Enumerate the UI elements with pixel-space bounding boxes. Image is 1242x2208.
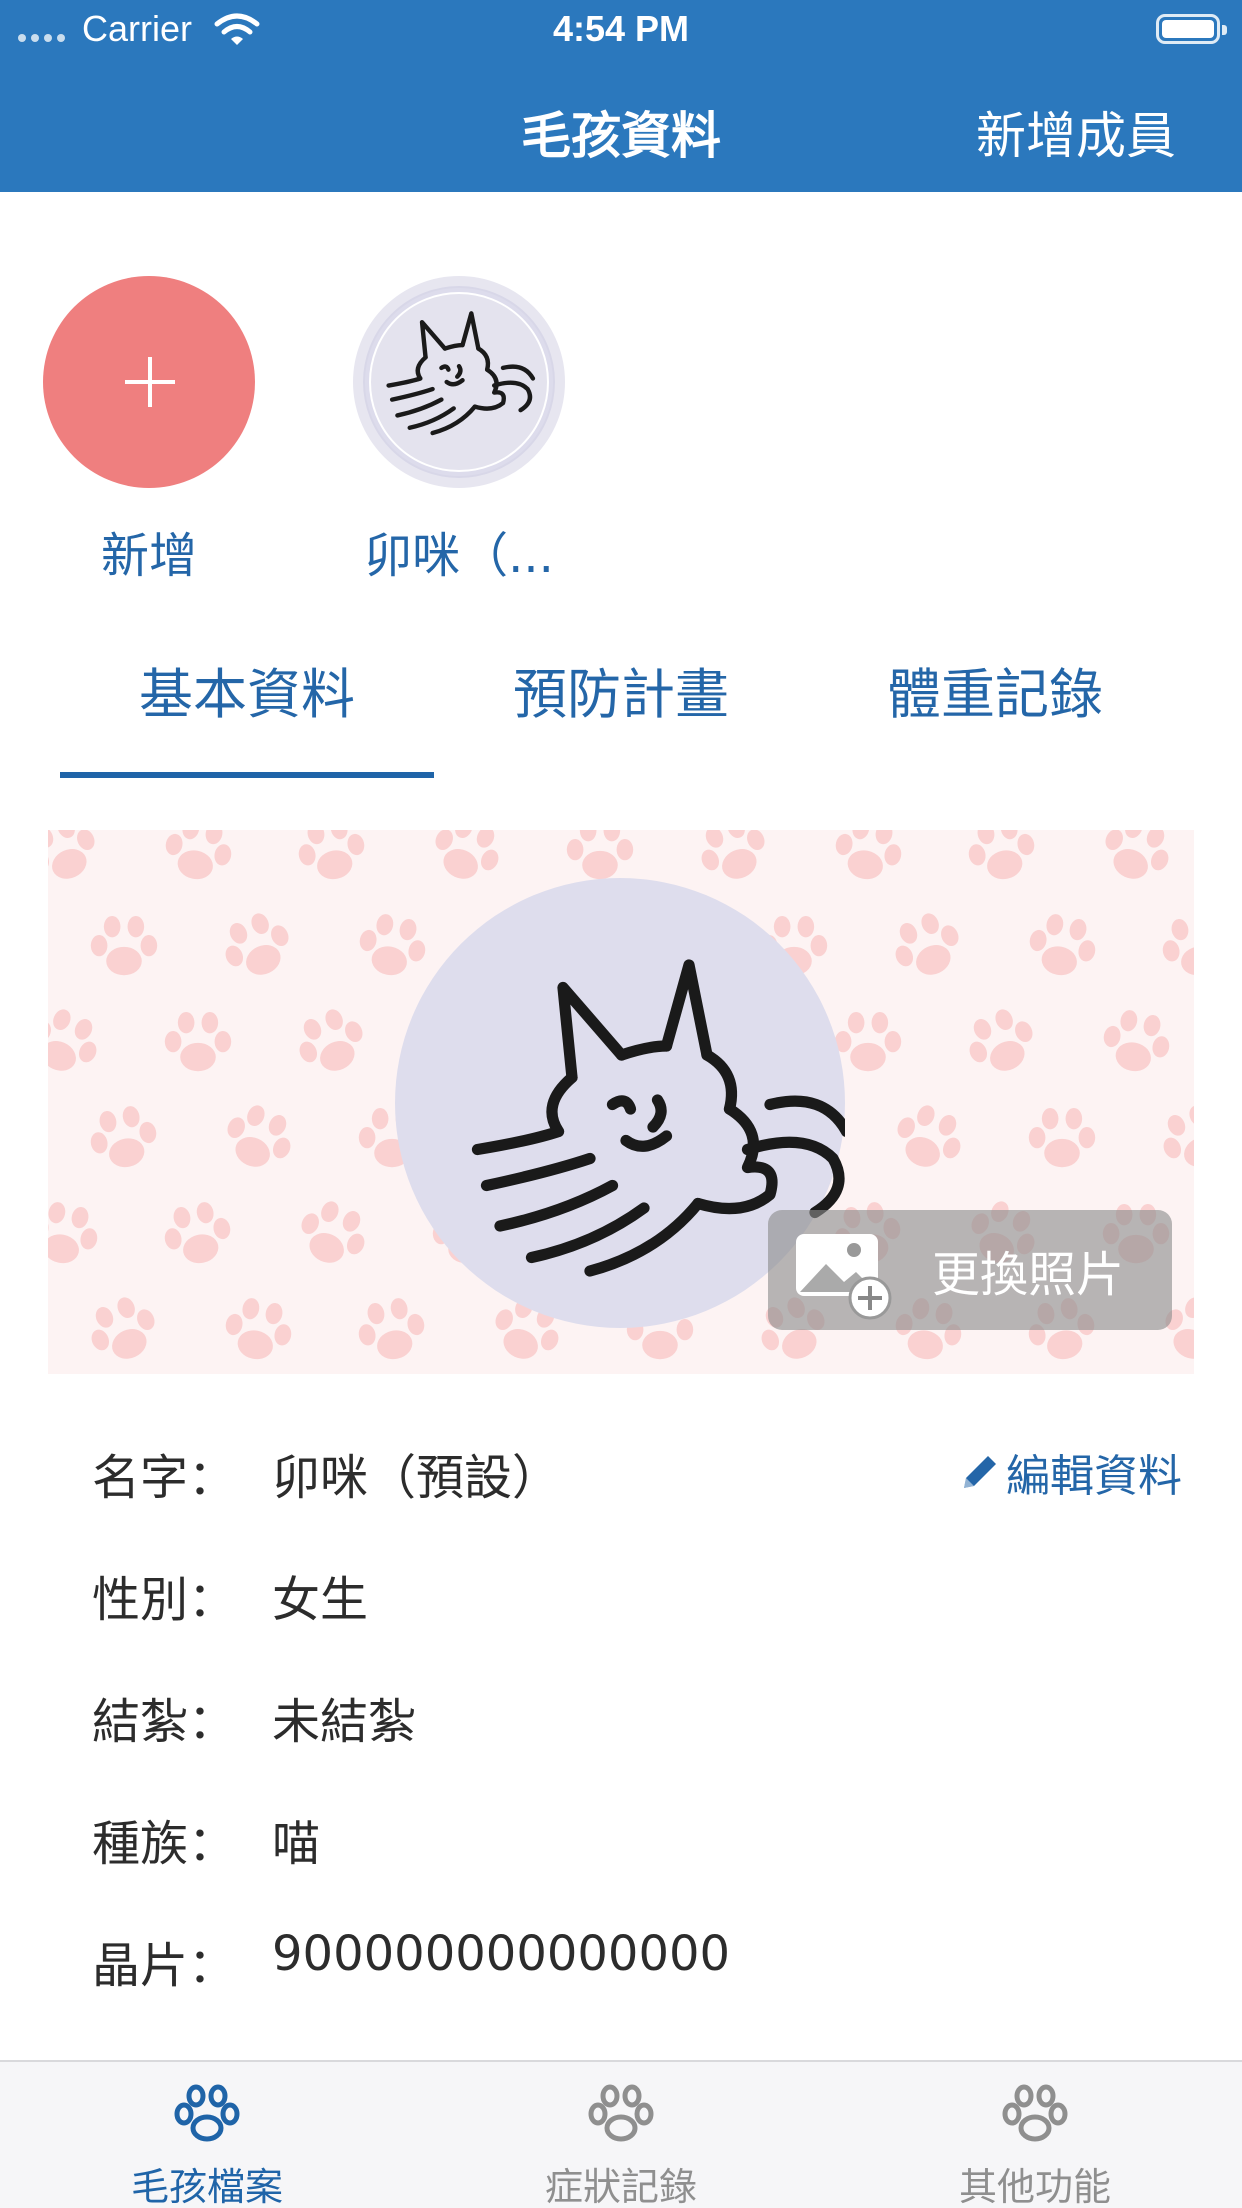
detail-value: 未結紮 — [272, 1694, 417, 1750]
edit-profile-label: 編輯資料 — [1006, 1451, 1182, 1502]
tab-prevention-plan[interactable]: 預防計畫 — [434, 650, 808, 740]
profile-banner: 更換照片 — [48, 830, 1194, 1374]
paw-icon — [1000, 2084, 1070, 2146]
detail-key: 種族： — [92, 1816, 237, 1872]
detail-row-species: 種族： 喵 — [92, 1776, 1182, 1898]
pet-member-item[interactable]: 卯咪（... — [352, 276, 566, 586]
detail-key: 晶片： — [92, 1938, 237, 1994]
detail-row-chip: 晶片： 900000000000000 — [92, 1898, 1182, 2020]
clock: 4:54 PM — [552, 8, 690, 49]
detail-value: 喵 — [272, 1816, 321, 1872]
detail-row-gender: 性別： 女生 — [92, 1532, 1182, 1654]
pencil-icon — [964, 1456, 996, 1488]
paw-icon — [172, 2084, 242, 2146]
detail-value: 女生 — [272, 1572, 369, 1628]
add-photo-icon — [796, 1234, 892, 1320]
member-label: 卯咪（... — [364, 528, 554, 584]
tab-label: 其他功能 — [958, 2165, 1111, 2208]
bottom-tab-bar: 毛孩檔案 症狀記錄 其他功能 — [0, 2060, 1242, 2208]
detail-row-name: 名字： 卯咪（預設） 編輯資料 — [92, 1410, 1182, 1532]
detail-value: 900000000000000 — [272, 1926, 731, 1982]
battery-icon — [1156, 14, 1227, 44]
tab-other-functions[interactable]: 其他功能 — [828, 2062, 1242, 2208]
change-photo-button[interactable]: 更換照片 — [768, 1210, 1172, 1330]
tab-basic-info[interactable]: 基本資料 — [60, 650, 434, 740]
add-pet-button[interactable]: 新增 — [42, 276, 256, 586]
member-label: 新增 — [100, 528, 197, 584]
detail-key: 名字： — [92, 1450, 237, 1506]
tab-label: 症狀記錄 — [544, 2165, 697, 2208]
detail-key: 性別： — [92, 1572, 237, 1628]
status-bar: Carrier 4:54 PM — [0, 0, 1242, 60]
detail-key: 結紮： — [92, 1694, 237, 1750]
tab-symptom-record[interactable]: 症狀記錄 — [414, 2062, 828, 2208]
add-member-button[interactable]: 新增成員 — [976, 96, 1176, 168]
navigation-bar: Carrier 4:54 PM 毛孩資料 新增成員 — [0, 0, 1242, 192]
tab-label: 毛孩檔案 — [130, 2165, 283, 2208]
pet-details: 名字： 卯咪（預設） 編輯資料 性別： 女生 結紮： 未結紮 種族： 喵 晶片：… — [92, 1410, 1182, 2020]
tab-weight-record[interactable]: 體重記錄 — [808, 650, 1182, 740]
tab-pet-profile[interactable]: 毛孩檔案 — [0, 2062, 414, 2208]
tab-indicator — [60, 772, 434, 778]
detail-value: 卯咪（預設） — [272, 1450, 561, 1506]
detail-row-neutered: 結紮： 未結紮 — [92, 1654, 1182, 1776]
segment-tabs: 基本資料 預防計畫 體重記錄 — [60, 650, 1182, 780]
paw-icon — [586, 2084, 656, 2146]
cat-doodle-icon — [371, 294, 547, 470]
plus-icon — [43, 276, 255, 488]
change-photo-label: 更換照片 — [932, 1247, 1125, 1303]
edit-profile-button[interactable]: 編輯資料 — [958, 1440, 1182, 1504]
pet-avatar-small — [353, 276, 565, 488]
